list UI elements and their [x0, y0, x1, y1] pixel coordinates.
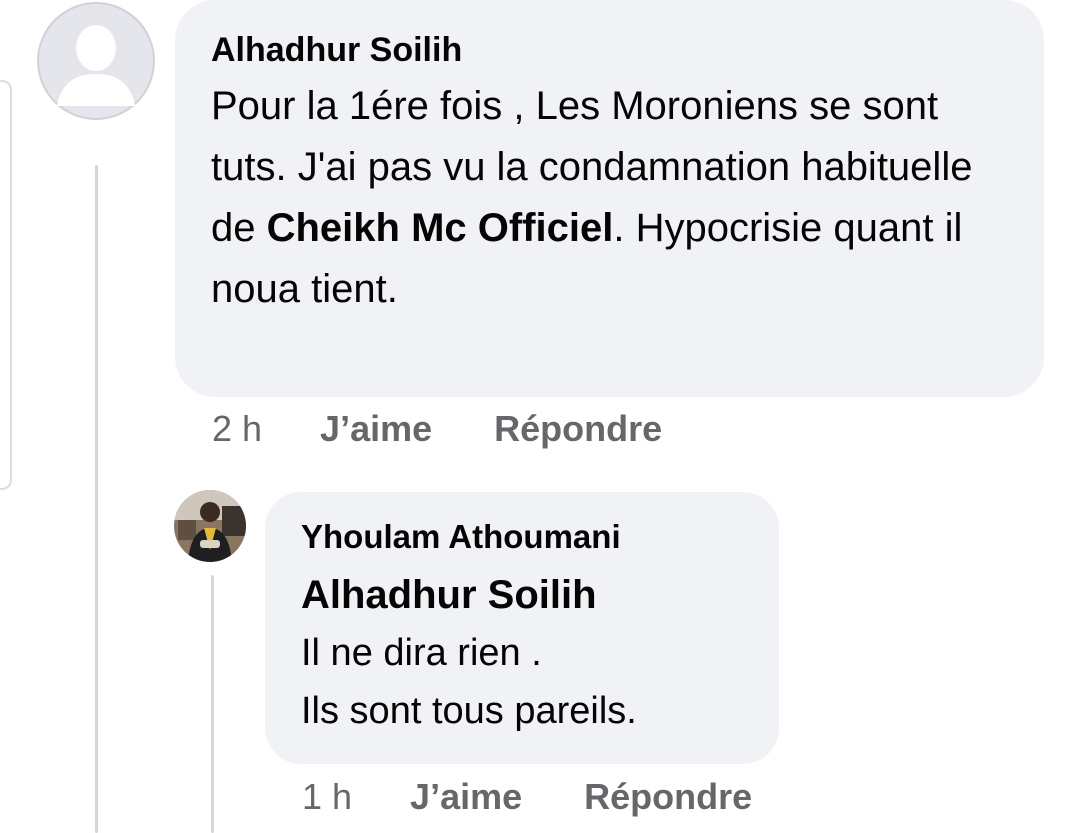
thread-line-main	[95, 165, 98, 833]
default-profile-icon[interactable]	[37, 2, 155, 120]
comment-bubble: Alhadhur Soilih Pour la 1ére fois , Les …	[175, 0, 1044, 397]
reply-bubble: Yhoulam Athoumani Alhadhur Soilih Il ne …	[265, 492, 779, 764]
reply-text-line: Ils sont tous pareils.	[301, 690, 637, 732]
reply-mention[interactable]: Alhadhur Soilih	[301, 566, 751, 624]
comment-timestamp[interactable]: 2 h	[212, 407, 262, 451]
like-button[interactable]: J’aime	[320, 407, 432, 451]
comment-mention[interactable]: Cheikh Mc Officiel	[267, 206, 614, 250]
reply-timestamp[interactable]: 1 h	[302, 775, 352, 819]
reply-button[interactable]: Répondre	[584, 775, 752, 819]
reply-actions: 1 h J’aime Répondre	[302, 775, 752, 819]
thread-line-reply	[211, 575, 214, 833]
left-panel-border	[0, 80, 12, 490]
comment-text: Pour la 1ére fois , Les Moroniens se son…	[211, 76, 1014, 320]
user-photo-avatar[interactable]	[174, 490, 246, 562]
comment-author[interactable]: Alhadhur Soilih	[211, 28, 1014, 72]
reply-text-line: Il ne dira rien .	[301, 632, 542, 674]
like-button[interactable]: J’aime	[410, 775, 522, 819]
reply-button[interactable]: Répondre	[494, 407, 662, 451]
reply-author[interactable]: Yhoulam Athoumani	[301, 516, 751, 558]
comment-actions: 2 h J’aime Répondre	[212, 407, 662, 451]
